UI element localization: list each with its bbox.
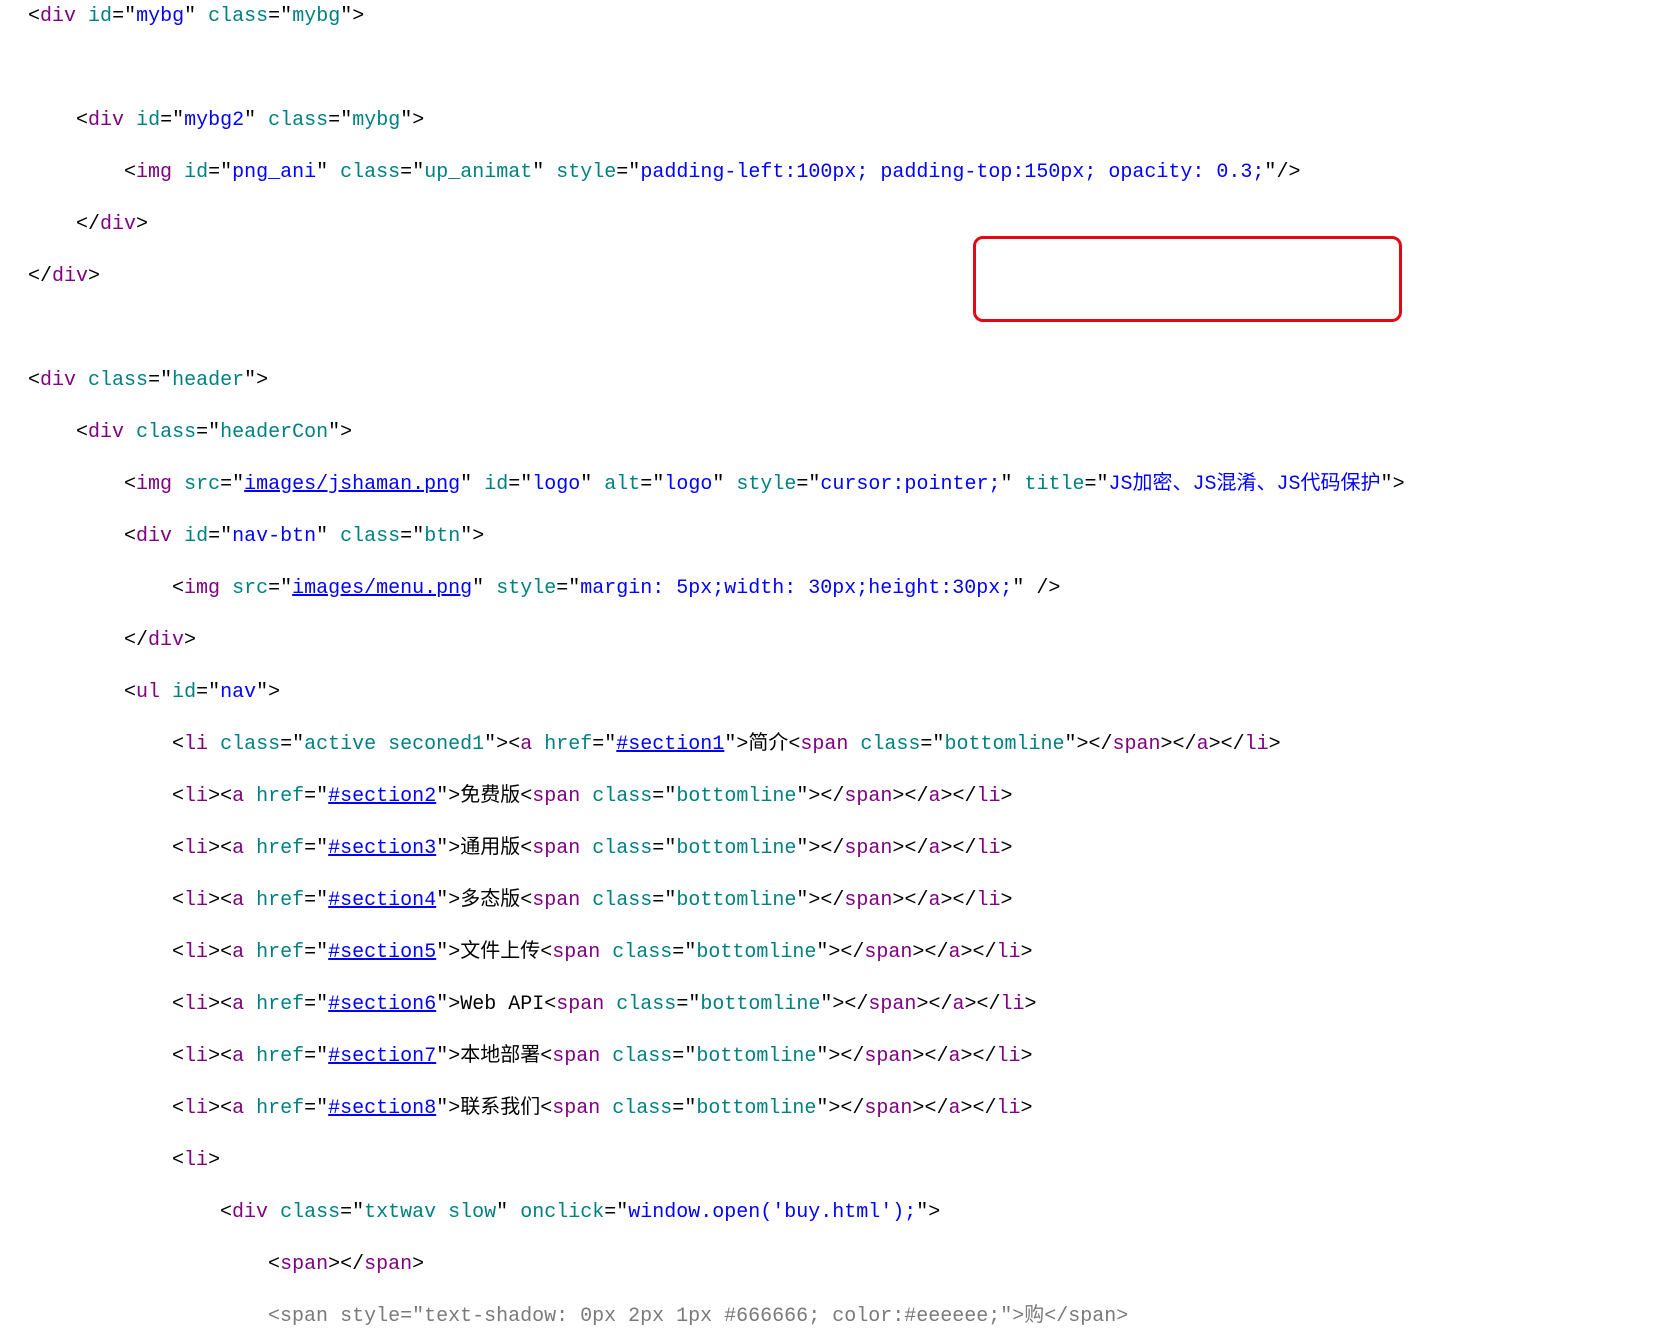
source-code-view: <div id=″mybg″ class=″mybg″> <div id=″my…	[0, 0, 1660, 1340]
